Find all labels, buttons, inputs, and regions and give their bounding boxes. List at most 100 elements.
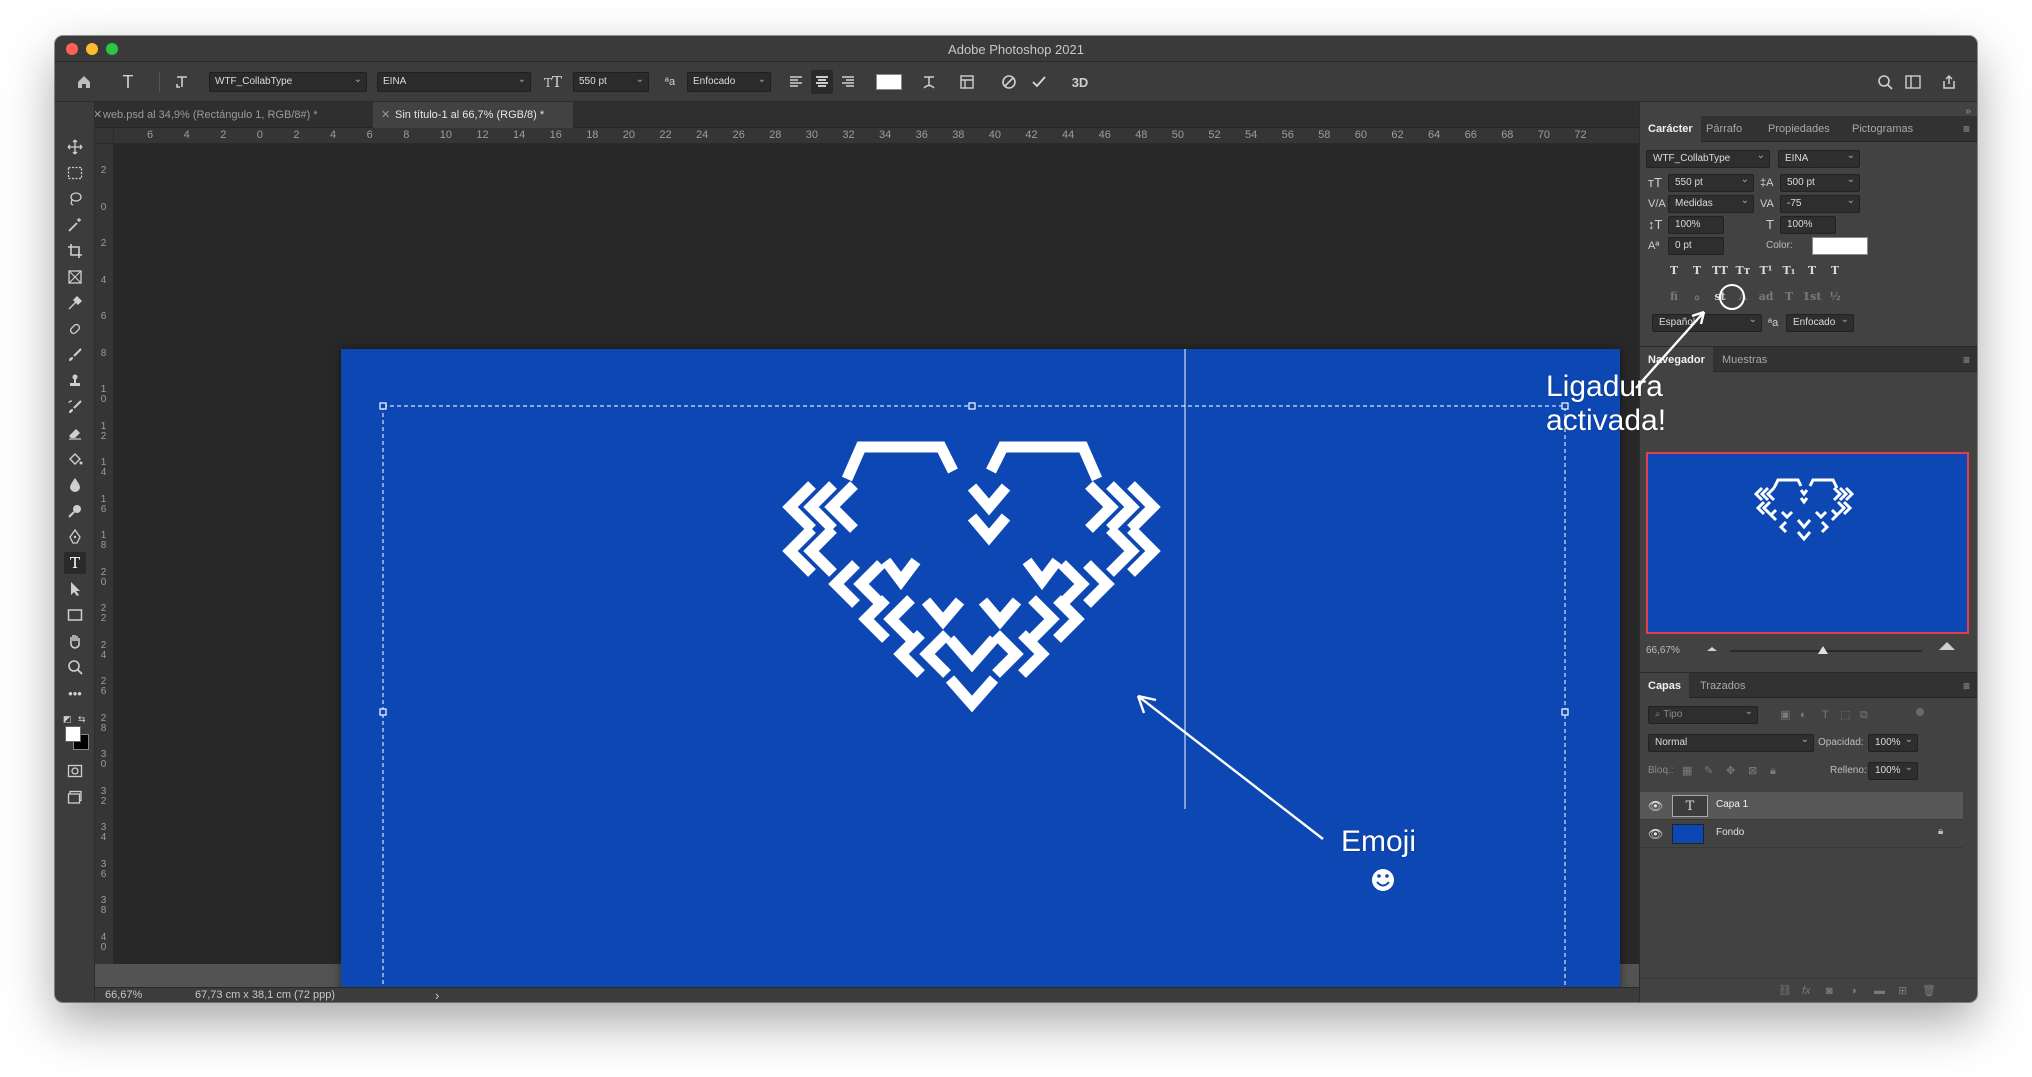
warp-text-icon[interactable] bbox=[917, 70, 941, 94]
char-style-button-7[interactable]: T bbox=[1825, 262, 1845, 280]
filter-adjustment-icon[interactable]: ◐ bbox=[1800, 706, 1807, 724]
opentype-button-4[interactable]: ad bbox=[1756, 288, 1776, 306]
marquee-tool-icon[interactable] bbox=[64, 162, 86, 184]
align-center-icon[interactable] bbox=[811, 70, 833, 94]
panel-menu-icon[interactable]: ≡ bbox=[1963, 679, 1970, 693]
zoom-slider-handle[interactable] bbox=[1818, 646, 1828, 654]
new-group-icon[interactable]: ▬ bbox=[1874, 982, 1885, 1000]
status-menu-arrow[interactable]: › bbox=[435, 988, 439, 1002]
antialias-select[interactable]: Enfocado bbox=[687, 72, 771, 92]
char-style-button-1[interactable]: T bbox=[1687, 262, 1707, 280]
layer-row-fondo[interactable]: 👁︎ Fondo 🔒︎ bbox=[1640, 820, 1963, 848]
delete-layer-icon[interactable]: 🗑︎ bbox=[1922, 982, 1936, 1000]
close-tab-icon[interactable]: ✕ bbox=[381, 102, 390, 128]
share-icon[interactable] bbox=[1937, 70, 1961, 94]
char-language-select[interactable]: Español bbox=[1652, 314, 1762, 332]
panel-menu-icon[interactable]: ≡ bbox=[1963, 353, 1970, 367]
tab-caracter[interactable]: Carácter bbox=[1640, 116, 1701, 142]
layer-row-capa-1[interactable]: 👁︎ T Capa 1 bbox=[1640, 792, 1963, 820]
brush-tool-icon[interactable] bbox=[64, 344, 86, 366]
filter-pixel-icon[interactable]: ▣ bbox=[1780, 706, 1790, 724]
char-font-style-select[interactable]: EINA bbox=[1778, 150, 1860, 168]
swap-colors-icon[interactable]: ⇆ bbox=[78, 714, 86, 725]
crop-tool-icon[interactable] bbox=[64, 240, 86, 262]
navigator-zoom-slider[interactable] bbox=[1730, 646, 1922, 654]
more-tools-icon[interactable]: ••• bbox=[64, 682, 86, 704]
stamp-tool-icon[interactable] bbox=[64, 370, 86, 392]
layer-filter-select[interactable]: ⌕ Tipo bbox=[1648, 706, 1758, 724]
opentype-button-1[interactable]: ℴ bbox=[1687, 288, 1707, 306]
lock-pixels-icon[interactable]: ✎ bbox=[1704, 762, 1713, 780]
eye-icon[interactable]: 👁︎ bbox=[1648, 827, 1663, 841]
text-color-swatch[interactable] bbox=[875, 70, 903, 94]
status-zoom[interactable]: 66,67% bbox=[105, 989, 142, 1001]
search-icon[interactable] bbox=[1873, 70, 1897, 94]
layer-name[interactable]: Fondo bbox=[1716, 827, 1744, 838]
cancel-icon[interactable] bbox=[997, 70, 1021, 94]
navigator-zoom-value[interactable]: 66,67% bbox=[1646, 642, 1680, 660]
char-style-button-2[interactable]: TT bbox=[1710, 262, 1730, 280]
opentype-button-0[interactable]: ﬁ bbox=[1664, 288, 1684, 306]
tab-parrafo[interactable]: Párrafo bbox=[1698, 116, 1750, 142]
type-tool-icon[interactable]: T bbox=[64, 552, 86, 574]
color-swatches[interactable]: ◩ ⇆ bbox=[62, 714, 90, 752]
lock-transparency-icon[interactable]: ▦ bbox=[1682, 762, 1692, 780]
lock-position-icon[interactable]: ✥ bbox=[1726, 762, 1735, 780]
new-layer-icon[interactable]: ⊞ bbox=[1898, 982, 1907, 1000]
blend-mode-select[interactable]: Normal bbox=[1648, 734, 1814, 752]
tab-muestras[interactable]: Muestras bbox=[1714, 347, 1775, 373]
zoom-tool-icon[interactable] bbox=[64, 656, 86, 678]
align-left-icon[interactable] bbox=[785, 70, 807, 94]
tab-pictogramas[interactable]: Pictogramas bbox=[1844, 116, 1921, 142]
document-canvas[interactable]: Emoji bbox=[341, 349, 1620, 1002]
opacity-field[interactable]: 100% bbox=[1868, 734, 1918, 752]
align-right-icon[interactable] bbox=[837, 70, 859, 94]
frame-tool-icon[interactable] bbox=[64, 266, 86, 288]
horizontal-ruler[interactable]: 6 4 2 0 2 4 6 8 10 12 14 16 18 20 22 24 26 28 30 32 34 36 38 40… bbox=[114, 128, 1639, 144]
char-font-family-select[interactable]: WTF_CollabType bbox=[1646, 150, 1770, 168]
panel-menu-icon[interactable]: ≡ bbox=[1963, 122, 1970, 136]
path-selection-tool-icon[interactable] bbox=[64, 578, 86, 600]
filter-shape-icon[interactable]: ⬚ bbox=[1840, 706, 1850, 724]
workspace-icon[interactable] bbox=[1901, 70, 1925, 94]
quick-mask-icon[interactable] bbox=[64, 760, 86, 782]
healing-brush-tool-icon[interactable] bbox=[64, 318, 86, 340]
history-brush-tool-icon[interactable] bbox=[64, 396, 86, 418]
font-style-select[interactable]: EINA bbox=[377, 72, 531, 92]
char-leading-field[interactable]: 500 pt bbox=[1780, 174, 1860, 192]
3d-icon[interactable]: 3D bbox=[1067, 70, 1093, 94]
canvas-workspace[interactable]: Emoji bbox=[114, 144, 1639, 1002]
fill-field[interactable]: 100% bbox=[1868, 762, 1918, 780]
magic-wand-tool-icon[interactable] bbox=[64, 214, 86, 236]
tab-propiedades[interactable]: Propiedades bbox=[1760, 116, 1838, 142]
type-tool-icon[interactable]: T bbox=[115, 70, 141, 94]
dodge-tool-icon[interactable] bbox=[64, 500, 86, 522]
blur-tool-icon[interactable] bbox=[64, 474, 86, 496]
default-colors-icon[interactable]: ◩ bbox=[63, 714, 72, 725]
paint-bucket-tool-icon[interactable] bbox=[64, 448, 86, 470]
tab-sin-titulo[interactable]: ✕ Sin título-1 al 66,7% (RGB/8) * bbox=[373, 102, 573, 128]
eyedropper-tool-icon[interactable] bbox=[64, 292, 86, 314]
move-tool-icon[interactable] bbox=[64, 136, 86, 158]
tab-capas[interactable]: Capas bbox=[1640, 673, 1690, 699]
char-antialias-select[interactable]: Enfocado bbox=[1786, 314, 1854, 332]
vertical-ruler[interactable]: 2 0 2 4 6 8 1 0 1 2 1 4 1 6 1 8 2 0 2 2 2 4 2 6 2 8 3 0 3… bbox=[95, 144, 114, 964]
char-style-button-3[interactable]: Tт bbox=[1733, 262, 1753, 280]
tab-trazados[interactable]: Trazados bbox=[1692, 673, 1753, 699]
lock-artboard-icon[interactable]: ⊠ bbox=[1748, 762, 1757, 780]
panels-icon[interactable] bbox=[955, 70, 979, 94]
hand-tool-icon[interactable] bbox=[64, 630, 86, 652]
char-style-button-6[interactable]: T bbox=[1802, 262, 1822, 280]
char-vertical-scale-field[interactable]: 100% bbox=[1668, 216, 1724, 234]
lock-all-icon[interactable]: 🔒︎ bbox=[1770, 762, 1776, 780]
eye-icon[interactable]: 👁︎ bbox=[1648, 799, 1663, 813]
filter-toggle[interactable] bbox=[1916, 708, 1924, 716]
layer-style-icon[interactable]: fx bbox=[1802, 982, 1811, 1000]
char-baseline-shift-field[interactable]: 0 pt bbox=[1668, 237, 1724, 255]
layer-name[interactable]: Capa 1 bbox=[1716, 799, 1748, 810]
rectangle-tool-icon[interactable] bbox=[64, 604, 86, 626]
char-kerning-select[interactable]: Medidas bbox=[1668, 195, 1754, 213]
text-orientation-icon[interactable] bbox=[169, 70, 195, 94]
char-color-swatch[interactable] bbox=[1812, 237, 1868, 255]
navigator-preview[interactable] bbox=[1646, 452, 1969, 634]
